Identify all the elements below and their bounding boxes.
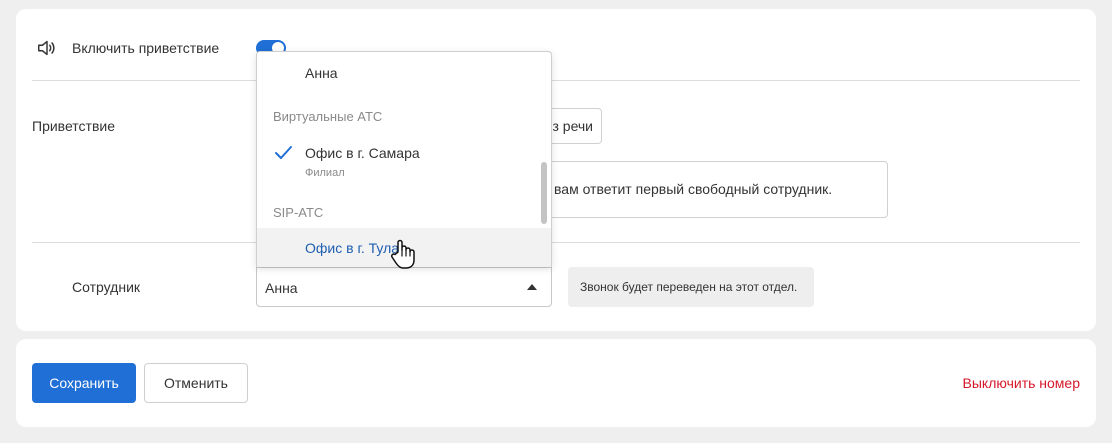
dropdown-group-label: Виртуальные АТС xyxy=(273,109,383,124)
speaker-icon xyxy=(38,40,55,56)
greeting-toggle-label: Включить приветствие xyxy=(72,40,220,56)
save-button[interactable]: Сохранить xyxy=(32,363,136,403)
employee-select[interactable]: Анна xyxy=(256,267,552,307)
dropdown-item-label: Офис в г. Тула xyxy=(305,240,400,256)
hand-cursor-icon xyxy=(391,239,415,269)
cancel-button[interactable]: Отменить xyxy=(144,363,248,403)
employee-hint: Звонок будет переведен на этот отдел. xyxy=(568,267,814,307)
greeting-label: Приветствие xyxy=(32,118,115,134)
checkmark-icon xyxy=(275,146,292,159)
dropdown-scrollbar[interactable] xyxy=(541,162,547,224)
dropdown-group-label: SIP-АТС xyxy=(273,205,324,220)
dropdown-item-label: Офис в г. Самара xyxy=(305,145,420,161)
settings-card: Включить приветствие Приветствие з речи … xyxy=(16,9,1096,331)
dropdown-item[interactable]: Анна xyxy=(257,52,551,92)
employee-select-value: Анна xyxy=(265,280,298,296)
dropdown-item-label: Анна xyxy=(305,65,338,81)
dropdown-item-selected[interactable]: Офис в г. Самара Филиал xyxy=(257,136,551,186)
employee-dropdown: Анна Виртуальные АТС Офис в г. Самара Фи… xyxy=(256,51,552,267)
employee-label: Сотрудник xyxy=(72,279,141,295)
footer-card: Сохранить Отменить Выключить номер xyxy=(16,339,1096,427)
disable-number-button[interactable]: Выключить номер xyxy=(963,375,1080,391)
divider xyxy=(32,242,1080,243)
caret-up-icon[interactable] xyxy=(527,284,537,290)
divider xyxy=(32,80,1080,81)
dropdown-item-sublabel: Филиал xyxy=(305,167,345,179)
